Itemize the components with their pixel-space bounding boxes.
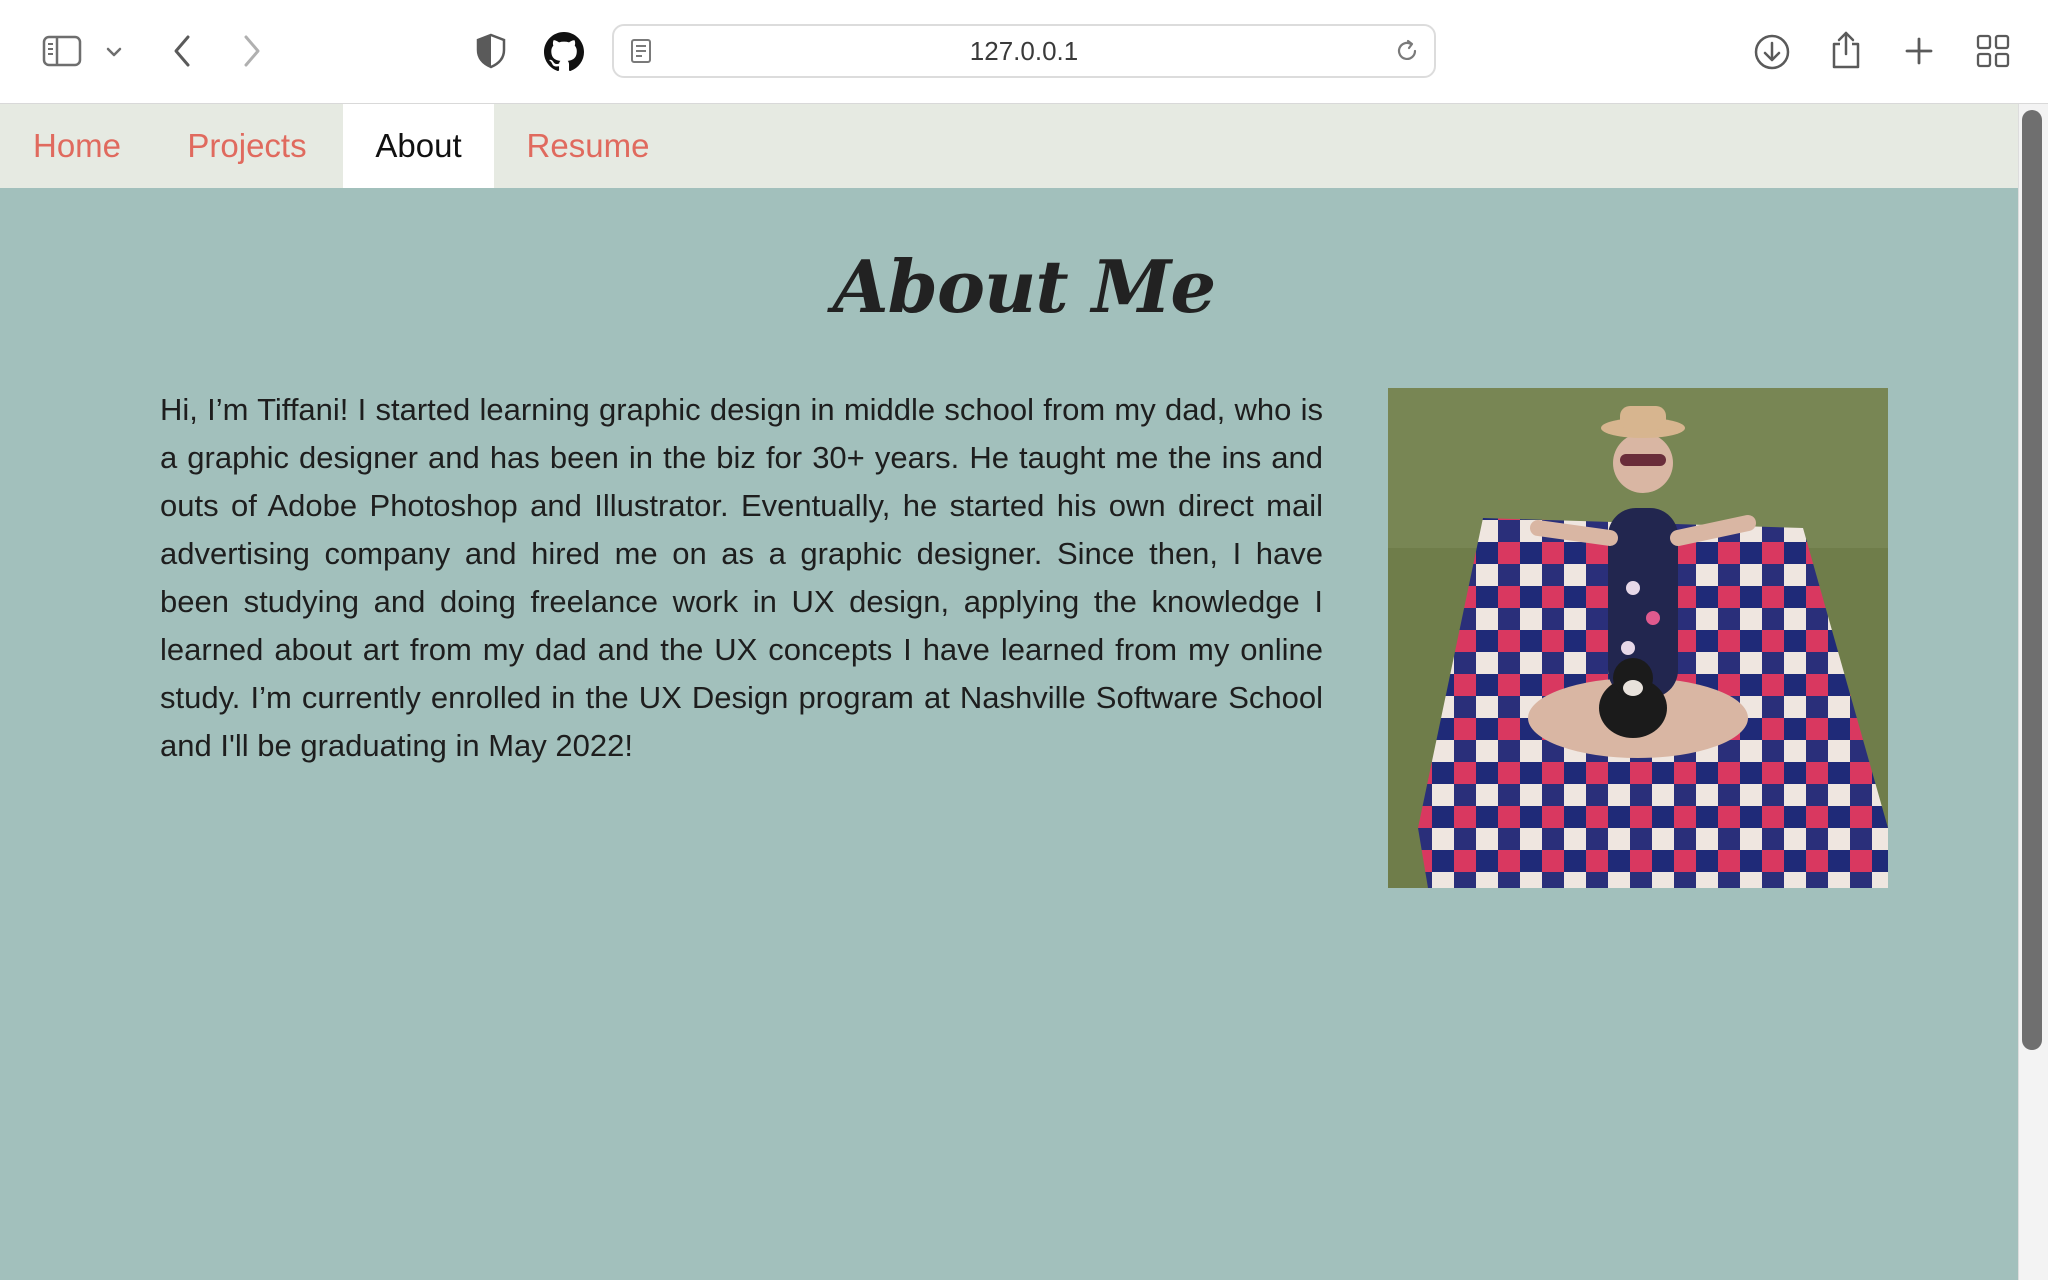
download-icon xyxy=(1754,34,1790,70)
back-icon xyxy=(174,35,190,67)
web-page: Home Projects About Resume About Me Hi, … xyxy=(0,104,2018,1280)
back-button[interactable] xyxy=(162,28,202,74)
address-bar[interactable]: 127.0.0.1 xyxy=(612,24,1436,78)
share-icon xyxy=(1832,31,1860,69)
bio-paragraph: Hi, I’m Tiffani! I started learning grap… xyxy=(160,392,1323,763)
sidebar-icon xyxy=(42,35,82,67)
downloads-button[interactable] xyxy=(1750,30,1794,74)
github-icon xyxy=(544,32,584,72)
scrollbar-thumb[interactable] xyxy=(2022,110,2042,1050)
nav-projects[interactable]: Projects xyxy=(166,104,328,188)
shield-icon xyxy=(476,33,506,69)
nav-resume[interactable]: Resume xyxy=(509,104,667,188)
tab-overview-button[interactable] xyxy=(1972,30,2014,72)
nav-about[interactable]: About xyxy=(343,104,494,188)
plus-icon xyxy=(1905,37,1933,65)
reload-icon[interactable] xyxy=(1394,38,1420,69)
share-button[interactable] xyxy=(1824,26,1868,74)
new-tab-button[interactable] xyxy=(1898,30,1940,72)
browser-toolbar: 127.0.0.1 xyxy=(0,0,2048,104)
page-title: About Me xyxy=(832,244,1216,329)
nav-home[interactable]: Home xyxy=(0,104,154,188)
site-nav: Home Projects About Resume xyxy=(0,104,2018,188)
profile-photo xyxy=(1388,388,1888,888)
github-extension-button[interactable] xyxy=(542,30,586,74)
url-text[interactable]: 127.0.0.1 xyxy=(614,26,1434,76)
sidebar-menu-button[interactable] xyxy=(100,38,128,66)
forward-button[interactable] xyxy=(232,28,272,74)
chevron-down-icon xyxy=(106,47,122,57)
sidebar-toggle-button[interactable] xyxy=(38,30,86,72)
forward-icon xyxy=(244,35,260,67)
tab-overview-icon xyxy=(1976,34,2010,68)
privacy-report-button[interactable] xyxy=(470,30,512,72)
